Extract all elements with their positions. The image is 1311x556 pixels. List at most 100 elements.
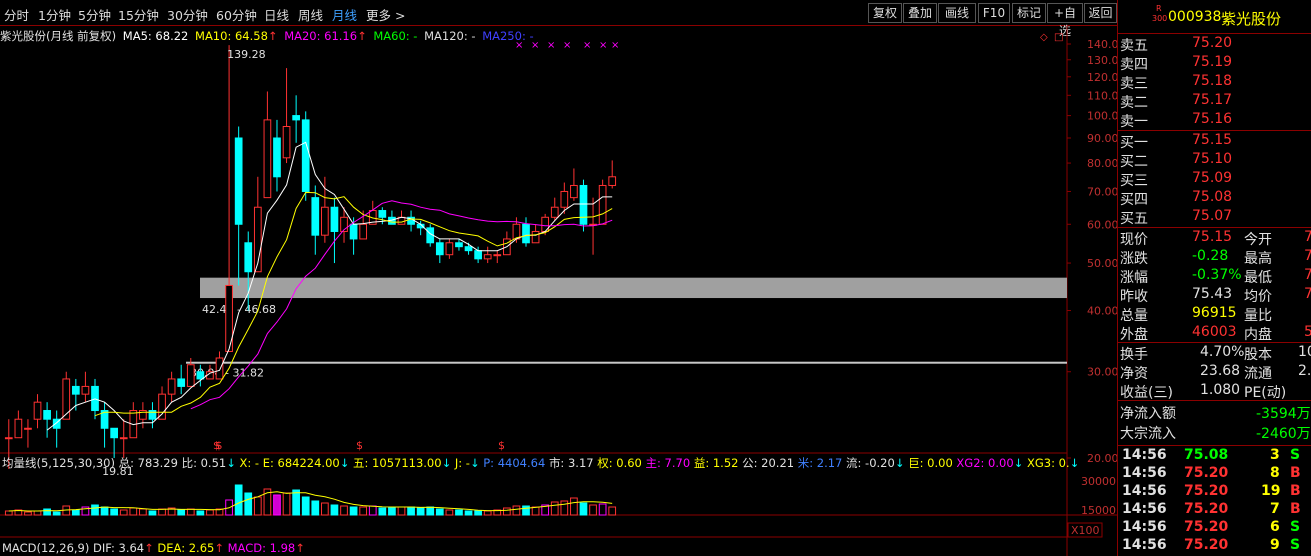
volume-stat: XG2: 0.00 bbox=[956, 456, 1013, 470]
volume-bar bbox=[234, 484, 243, 516]
quote-value: 7 bbox=[1304, 248, 1311, 264]
period-tab-2[interactable]: 5分钟 bbox=[78, 5, 111, 24]
zone1-label: 42.42 - 46.68 bbox=[202, 303, 276, 316]
down-arrow-icon: ↓ bbox=[226, 456, 236, 470]
fundamental-label: PE(动) bbox=[1244, 385, 1287, 401]
ask-label: 卖五 bbox=[1120, 38, 1148, 54]
quote-label: 涨跌 bbox=[1120, 251, 1148, 267]
tick-time: 14:56 bbox=[1122, 519, 1167, 535]
period-tab-3[interactable]: 15分钟 bbox=[118, 5, 159, 24]
period-tab-6[interactable]: 日线 bbox=[264, 5, 289, 24]
price-axis-label: 110.00 bbox=[1087, 89, 1117, 102]
price-axis-label: 120.00 bbox=[1087, 71, 1117, 84]
box-icon[interactable]: □ bbox=[1054, 32, 1063, 43]
quote-label: 总量 bbox=[1120, 308, 1148, 324]
volume-bar bbox=[100, 506, 109, 516]
volume-bar bbox=[119, 509, 128, 516]
candle bbox=[407, 210, 415, 232]
stock-header: R 300 000938 紫光股份 bbox=[1118, 0, 1311, 34]
quote-label: 最高 bbox=[1244, 251, 1272, 267]
tick-row: 14:56 75.20 19 B bbox=[1118, 482, 1311, 501]
volume-bar bbox=[33, 510, 42, 516]
toolbar-button-2[interactable]: 画线 bbox=[938, 3, 976, 23]
period-tab-0[interactable]: 分时 bbox=[4, 5, 29, 24]
diamond-icon[interactable]: ◇ bbox=[1040, 32, 1048, 43]
volume-stat: 益: 1.52 bbox=[694, 456, 739, 470]
period-tab-8[interactable]: 月线 bbox=[332, 5, 357, 24]
kline-chart[interactable]: 140.00 130.00 120.00 110.00 100.00 90.00 80.00… bbox=[0, 26, 1117, 556]
candle bbox=[43, 402, 51, 438]
toolbar-button-3[interactable]: F10 bbox=[978, 3, 1010, 23]
volume-bar bbox=[43, 508, 51, 516]
fundamental-label: 净资 bbox=[1120, 366, 1148, 382]
price-axis-label: 60.00 bbox=[1087, 218, 1117, 231]
stock-badge: 300 bbox=[1152, 14, 1168, 23]
ask-price: 75.17 bbox=[1192, 92, 1233, 108]
volume-bar bbox=[340, 505, 348, 516]
volume-bar bbox=[321, 502, 329, 516]
volume-bar bbox=[368, 505, 377, 516]
volume-total: 总: 783.29 bbox=[119, 456, 178, 470]
toolbar-button-6[interactable]: 返回 bbox=[1084, 3, 1117, 23]
toolbar-button-4[interactable]: 标记 bbox=[1012, 3, 1046, 23]
toolbar-button-0[interactable]: 复权 bbox=[868, 3, 902, 23]
flow-label: 大宗流入 bbox=[1120, 426, 1176, 442]
candle bbox=[301, 111, 310, 201]
signal-marker: × bbox=[599, 40, 607, 51]
tick-volume: 7 bbox=[1270, 501, 1280, 517]
tick-volume: 9 bbox=[1270, 537, 1280, 553]
candle bbox=[522, 217, 530, 247]
signal-marker: × bbox=[531, 40, 539, 51]
period-toolbar: 分时 1分钟 5分钟 15分钟 30分钟 60分钟 日线 周线 月线 更多 > 复权 叠加 画线 F10 标… bbox=[0, 0, 1118, 38]
volume-bar bbox=[253, 496, 262, 516]
candle bbox=[273, 119, 281, 192]
down-arrow-icon: ↓ bbox=[442, 456, 452, 470]
tick-time: 14:56 bbox=[1122, 447, 1167, 463]
candle bbox=[225, 45, 233, 352]
volume-bar bbox=[416, 507, 425, 516]
candle bbox=[52, 410, 61, 448]
volume-bar bbox=[560, 500, 569, 516]
period-tab-9[interactable]: 更多 > bbox=[366, 5, 405, 24]
volume-bar bbox=[426, 506, 435, 516]
macd-dif: DIF: 3.64 bbox=[93, 541, 144, 555]
volume-bar bbox=[282, 492, 291, 516]
period-tab-7[interactable]: 周线 bbox=[298, 5, 323, 24]
toolbar-button-1[interactable]: 叠加 bbox=[903, 3, 937, 23]
quote-row: 涨幅 -0.37% 最低 7 bbox=[1118, 266, 1311, 286]
signal-marker: × bbox=[547, 40, 555, 51]
stock-code: 000938 bbox=[1168, 9, 1222, 25]
down-arrow-icon: ↓ bbox=[340, 456, 350, 470]
bid-label: 买三 bbox=[1120, 173, 1148, 189]
ask-row: 卖五 75.20 bbox=[1118, 34, 1311, 54]
down-arrow-icon: ↓ bbox=[1070, 456, 1080, 470]
candle bbox=[321, 176, 329, 243]
fundamental-value: 23.68 bbox=[1200, 363, 1241, 379]
ask-row: 卖二 75.17 bbox=[1118, 91, 1311, 111]
period-tab-5[interactable]: 60分钟 bbox=[216, 5, 257, 24]
quote-value: -0.37% bbox=[1192, 267, 1242, 283]
macd-header: MACD(12,26,9) DIF: 3.64↑ DEA: 2.65↑ MACD… bbox=[2, 541, 305, 555]
macd-dea: DEA: 2.65 bbox=[157, 541, 214, 555]
volume-bar bbox=[589, 504, 597, 516]
tick-price: 75.20 bbox=[1184, 519, 1229, 535]
period-tab-4[interactable]: 30分钟 bbox=[167, 5, 208, 24]
quote-value: 75.43 bbox=[1192, 286, 1233, 302]
bid-row: 买二 75.10 bbox=[1118, 150, 1311, 170]
bid-price: 75.07 bbox=[1192, 208, 1233, 224]
candle bbox=[483, 246, 492, 264]
high-label: 139.28 bbox=[227, 48, 266, 61]
bid-price: 75.09 bbox=[1192, 170, 1233, 186]
volume-stat: XG3: 0. bbox=[1027, 456, 1070, 470]
bid-label: 买五 bbox=[1120, 211, 1148, 227]
period-tab-1[interactable]: 1分钟 bbox=[38, 5, 71, 24]
tick-side: B bbox=[1290, 483, 1301, 499]
toolbar-button-5[interactable]: +自选 bbox=[1047, 3, 1083, 38]
tick-side: S bbox=[1290, 519, 1301, 535]
volume-bar bbox=[301, 496, 310, 516]
candle bbox=[110, 427, 119, 458]
volume-stat: 公: 20.21 bbox=[742, 456, 794, 470]
price-axis-label: 40.00 bbox=[1087, 305, 1117, 318]
quote-value: -0.28 bbox=[1192, 248, 1229, 264]
volume-stat: J: - bbox=[454, 456, 470, 470]
